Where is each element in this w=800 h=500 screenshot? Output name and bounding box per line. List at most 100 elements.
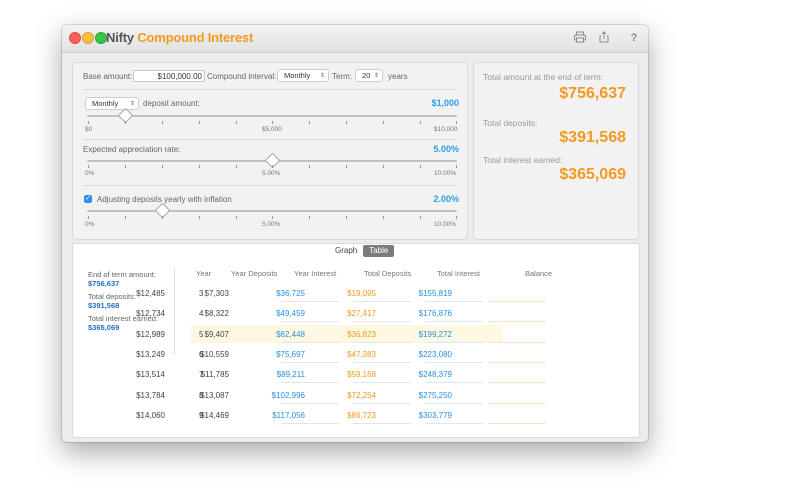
cell-year-deposits: $13,784 [136,390,165,400]
tab-table[interactable]: Table [363,245,395,257]
inflation-tick-min: 0% [85,221,95,228]
row-underline [281,402,339,404]
cell-balance: $275,250 [418,390,452,400]
appreciation-label: Expected appreciation rate: [83,145,181,154]
row-underline [425,402,483,404]
deposit-frequency-value: Monthly [92,99,119,108]
cell-balance: $176,876 [418,309,452,319]
cell-balance: $199,272 [418,329,452,339]
tick [236,165,237,168]
inflation-checkbox[interactable]: ✓ [84,195,92,203]
row-underline [425,382,483,384]
inflation-label: Adjusting deposits yearly with inflation [97,195,232,204]
col-header-total-interest: Total Interest [437,269,480,278]
row-underline [425,301,483,302]
row-underline [488,321,546,323]
results-table-area: Graph Table End of term amount: $756,637… [72,243,640,438]
total-end-value: $756,637 [559,85,626,102]
total-deposits-label: Total deposits: [483,118,538,128]
row-underline [488,301,546,302]
cell-year-deposits: $12,989 [136,329,165,339]
deposit-frequency-select[interactable]: Monthly ⇕ [85,97,139,110]
tick [383,165,384,168]
deposit-slider-track[interactable] [87,115,457,117]
cell-total-deposits: $49,459 [276,309,305,319]
col-header-balance: Balance [525,269,553,278]
inflation-slider-track[interactable] [87,210,457,212]
term-value: 20 [362,71,371,80]
row-underline [353,321,411,323]
cell-balance: $223,080 [418,349,452,359]
base-amount-field[interactable]: $100,000.00 [133,70,205,82]
tick [199,216,200,219]
deposit-amount-label: deposit amount: [143,99,200,108]
chevron-updown-icon: ⇕ [373,73,379,79]
tick [420,165,421,168]
summary-end-label: End of term amount: [88,270,156,279]
row-underline [353,422,411,424]
row-underline [281,422,339,424]
app-title: Nifty Compound Interest [106,30,253,45]
col-header-year-deposits: Year Deposits [231,269,278,278]
tick [125,216,126,219]
tick [309,165,310,168]
col-header-year-interest: Year Interest [294,269,337,278]
cell-year: 4 [199,309,204,319]
close-window-button[interactable] [69,32,81,44]
app-window: Nifty Compound Interest ? Base amount: $… [62,25,648,442]
row-underline [425,361,483,363]
cell-total-interest: $72,254 [347,390,376,400]
cell-year-deposits: $12,485 [136,289,165,298]
deposit-tick-max: $10,000 [434,126,458,133]
appreciation-tick-max: 10.00% [434,170,457,177]
tick [456,165,457,168]
print-icon[interactable] [573,31,587,45]
row-underline [488,341,546,343]
tick [456,216,457,219]
tab-graph[interactable]: Graph [329,245,363,257]
cell-total-deposits: $36,725 [276,289,305,298]
cell-year-interest: $9,407 [204,329,229,339]
tick [383,216,384,219]
tick [309,216,310,219]
tick [346,121,347,124]
tick [199,165,200,168]
cell-year-deposits: $14,060 [136,410,165,420]
inflation-tick-mid: 5.00% [262,221,281,228]
cell-balance: $248,379 [418,370,452,380]
divider [83,185,457,186]
appreciation-tick-mid: 5.00% [262,170,281,177]
term-label: Term: [332,72,352,81]
term-select[interactable]: 20 ⇕ [355,69,383,82]
help-icon[interactable]: ? [627,31,641,45]
cell-total-deposits: $89,211 [276,370,305,380]
deposit-amount-value: $1,000 [431,98,459,108]
compound-interval-value: Monthly [284,71,311,80]
tick [199,121,200,124]
cell-total-interest: $27,417 [347,309,376,319]
tick [162,165,163,168]
compound-interval-select[interactable]: Monthly ⇕ [277,69,329,82]
tick [125,165,126,168]
cell-total-deposits: $75,697 [276,349,305,359]
summary-end-value: $756,637 [88,279,120,288]
view-segmented-control[interactable]: Graph Table [329,245,395,257]
row-underline [281,341,339,343]
tick [88,165,89,168]
tick [125,121,126,124]
tick [420,216,421,219]
app-title-part2: Compound Interest [137,30,254,45]
divider [83,89,457,90]
col-header-total-deposits: Total Deposits [364,269,412,278]
inflation-tick-max: 10.00% [434,221,457,228]
minimize-window-button[interactable] [82,32,94,44]
summary-interest-value: $365,069 [88,323,120,332]
total-interest-value: $365,069 [559,166,626,183]
cell-balance: $303,779 [418,410,452,420]
app-title-part1: Nifty [106,30,134,45]
col-header-year: Year [196,269,212,278]
summary-divider [174,268,175,354]
cell-year-interest: $10,559 [200,349,229,359]
cell-year: 3 [199,289,204,298]
share-icon[interactable] [597,31,611,45]
